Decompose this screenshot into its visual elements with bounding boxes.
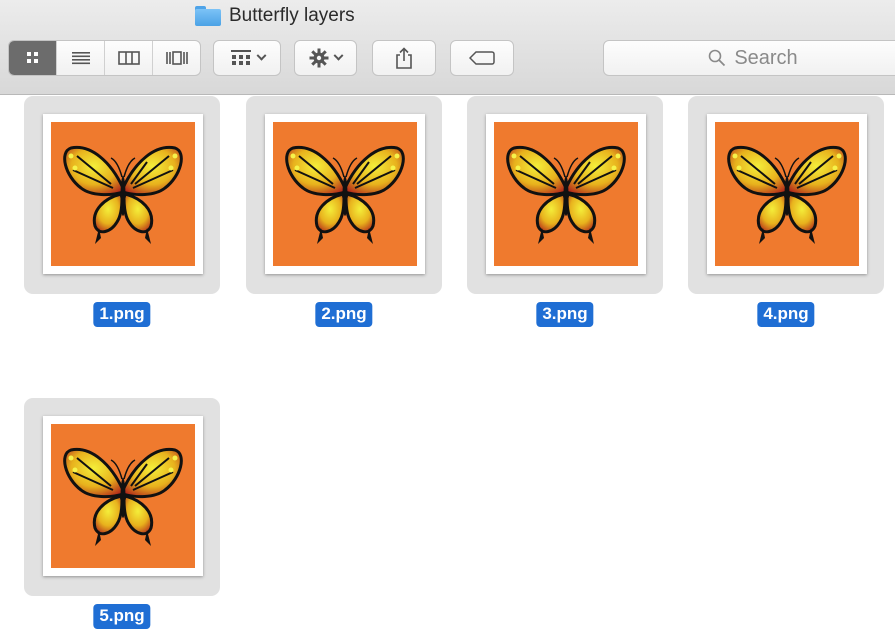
column-view-icon: [117, 51, 140, 65]
file-thumbnail[interactable]: [24, 398, 220, 596]
file-thumbnail[interactable]: [688, 96, 884, 294]
file-name-label[interactable]: 5.png: [93, 604, 151, 629]
tags-button[interactable]: [450, 40, 514, 76]
file-thumbnail[interactable]: [24, 96, 220, 294]
coverflow-view-icon: [165, 51, 188, 65]
butterfly-image: [506, 145, 626, 246]
toolbar: Search: [0, 40, 895, 76]
chevron-down-icon: [256, 50, 266, 61]
butterfly-image: [285, 145, 405, 246]
share-icon: [396, 47, 412, 69]
file-thumbnail[interactable]: [246, 96, 442, 294]
file-name-label[interactable]: 2.png: [315, 302, 373, 327]
file-thumbnail[interactable]: [467, 96, 663, 294]
list-view-icon: [71, 52, 90, 65]
icon-grid-icon: [26, 52, 38, 63]
window-title: Butterfly layers: [195, 4, 355, 28]
search-placeholder: Search: [734, 46, 798, 69]
file-item[interactable]: 2.png: [246, 96, 446, 327]
file-item[interactable]: 1.png: [24, 96, 224, 327]
chevron-down-icon: [333, 50, 344, 61]
action-button[interactable]: [294, 40, 357, 76]
search-icon: [709, 49, 726, 67]
file-item[interactable]: 5.png: [24, 398, 224, 629]
window-title-label: Butterfly layers: [229, 5, 355, 26]
butterfly-image: [63, 447, 183, 548]
window-titlebar: Butterfly layers Search: [0, 0, 895, 95]
file-name-label[interactable]: 1.png: [93, 302, 151, 327]
gear-icon: [309, 48, 329, 68]
view-mode-segmented-control: [8, 40, 201, 76]
view-columns-button[interactable]: [105, 41, 153, 75]
folder-icon: [195, 6, 221, 26]
file-item[interactable]: 4.png: [688, 96, 888, 327]
file-name-label[interactable]: 4.png: [757, 302, 815, 327]
arrange-button[interactable]: [213, 40, 281, 76]
butterfly-image: [63, 145, 183, 246]
search-field[interactable]: Search: [603, 40, 895, 76]
file-item[interactable]: 3.png: [467, 96, 667, 327]
share-button[interactable]: [372, 40, 436, 76]
file-icon-grid: 1.png 2.png 3.png 4.png 5.png: [0, 96, 895, 629]
view-icon-button[interactable]: [9, 41, 57, 75]
tag-icon: [469, 51, 495, 65]
view-list-button[interactable]: [57, 41, 105, 75]
file-name-label[interactable]: 3.png: [536, 302, 594, 327]
butterfly-image: [727, 145, 847, 246]
arrange-icon: [230, 50, 251, 65]
view-coverflow-button[interactable]: [153, 41, 200, 75]
